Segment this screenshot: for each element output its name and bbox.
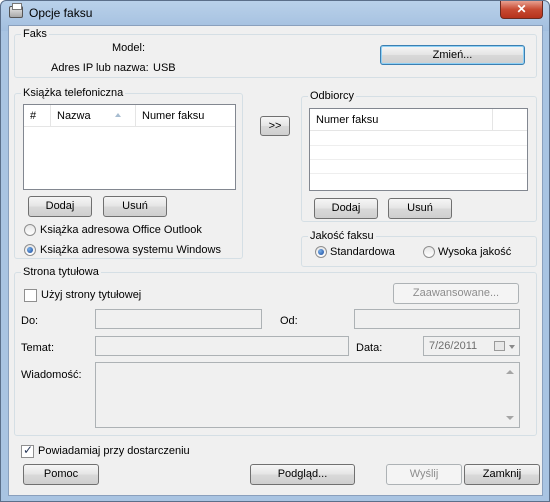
title-bar[interactable]: Opcje faksu ✕ (1, 1, 549, 25)
message-label: Wiadomość: (21, 369, 82, 381)
send-button[interactable]: Wyślij (386, 464, 462, 485)
change-button[interactable]: Zmień... (380, 45, 525, 65)
notify-delivery-label[interactable]: Powiadamiaj przy dostarczeniu (38, 444, 190, 458)
recipients-group-title: Odbiorcy (308, 90, 357, 102)
phonebook-group: Książka telefoniczna # Nazwa Numer faksu… (14, 87, 243, 259)
quality-standard-radio[interactable] (315, 246, 327, 258)
column-header-index[interactable]: # (24, 105, 51, 127)
recipients-list-header: Numer faksu (310, 109, 527, 131)
address-label: Adres IP lub nazwa: (51, 62, 149, 74)
quality-high-radio[interactable] (423, 246, 435, 258)
add-to-recipients-button[interactable]: >> (260, 116, 290, 136)
close-button[interactable]: Zamknij (464, 464, 540, 485)
column-header-recipient-fax-number[interactable]: Numer faksu (310, 109, 493, 131)
list-row-separator (310, 145, 527, 146)
help-button[interactable]: Pomoc (23, 464, 99, 485)
message-scrollbar[interactable] (502, 363, 519, 427)
fax-options-window: Opcje faksu ✕ Faks Model: Adres IP lub n… (0, 0, 550, 502)
outlook-addressbook-radio[interactable] (24, 224, 36, 236)
fax-quality-group: Jakość faksu Standardowa Wysoka jakość (301, 230, 537, 267)
sort-ascending-icon (115, 113, 121, 117)
scroll-down-icon[interactable] (506, 416, 514, 420)
close-window-button[interactable]: ✕ (500, 1, 543, 19)
message-textarea[interactable] (95, 362, 520, 428)
phonebook-list-header: # Nazwa Numer faksu (24, 105, 235, 127)
outlook-addressbook-label[interactable]: Książka adresowa Office Outlook (40, 223, 202, 237)
windows-addressbook-label[interactable]: Książka adresowa systemu Windows (40, 243, 221, 257)
fax-group: Faks Model: Adres IP lub nazwa: USB Zmie… (14, 28, 537, 78)
column-header-name[interactable]: Nazwa (51, 105, 136, 127)
from-field[interactable] (354, 309, 520, 329)
recipients-remove-button[interactable]: Usuń (388, 198, 452, 219)
windows-addressbook-radio[interactable] (24, 244, 36, 256)
use-cover-page-label[interactable]: Użyj strony tytułowej (41, 288, 141, 302)
scroll-up-icon[interactable] (506, 370, 514, 374)
preview-button[interactable]: Podgląd... (250, 464, 355, 485)
phonebook-list[interactable]: # Nazwa Numer faksu (23, 104, 236, 190)
model-label: Model: (112, 42, 146, 54)
fax-icon (9, 3, 23, 18)
recipients-add-button[interactable]: Dodaj (314, 198, 378, 219)
phonebook-add-button[interactable]: Dodaj (28, 196, 92, 217)
address-value: USB (153, 62, 176, 74)
dialog-body: Faks Model: Adres IP lub nazwa: USB Zmie… (8, 25, 543, 496)
notify-delivery-checkbox[interactable] (21, 443, 34, 458)
cover-page-group: Strona tytułowa Użyj strony tytułowej Za… (14, 266, 537, 436)
date-label: Data: (356, 342, 383, 354)
to-field[interactable] (95, 309, 262, 329)
phonebook-group-title: Książka telefoniczna (21, 87, 126, 99)
date-value: 7/26/2011 (429, 340, 478, 352)
to-label: Do: (21, 315, 39, 327)
subject-field[interactable] (95, 336, 349, 356)
phonebook-remove-button[interactable]: Usuń (103, 196, 167, 217)
list-row-separator (310, 159, 527, 160)
advanced-button[interactable]: Zaawansowane... (393, 283, 519, 304)
cover-page-group-title: Strona tytułowa (21, 266, 101, 278)
recipients-list[interactable]: Numer faksu (309, 108, 528, 191)
recipients-group: Odbiorcy Numer faksu Dodaj Usuń (301, 90, 537, 222)
use-cover-page-checkbox[interactable] (24, 289, 37, 302)
quality-high-label[interactable]: Wysoka jakość (438, 245, 511, 259)
window-title: Opcje faksu (29, 6, 93, 20)
fax-quality-group-title: Jakość faksu (308, 230, 376, 242)
subject-label: Temat: (21, 342, 55, 354)
from-label: Od: (280, 315, 298, 327)
column-header-fax-number[interactable]: Numer faksu (136, 105, 235, 127)
chevron-down-icon (509, 345, 515, 349)
fax-group-title: Faks (21, 28, 49, 40)
list-row-separator (310, 173, 527, 174)
date-picker[interactable]: 7/26/2011 (423, 336, 520, 356)
calendar-icon (494, 341, 505, 351)
quality-standard-label[interactable]: Standardowa (330, 245, 395, 259)
